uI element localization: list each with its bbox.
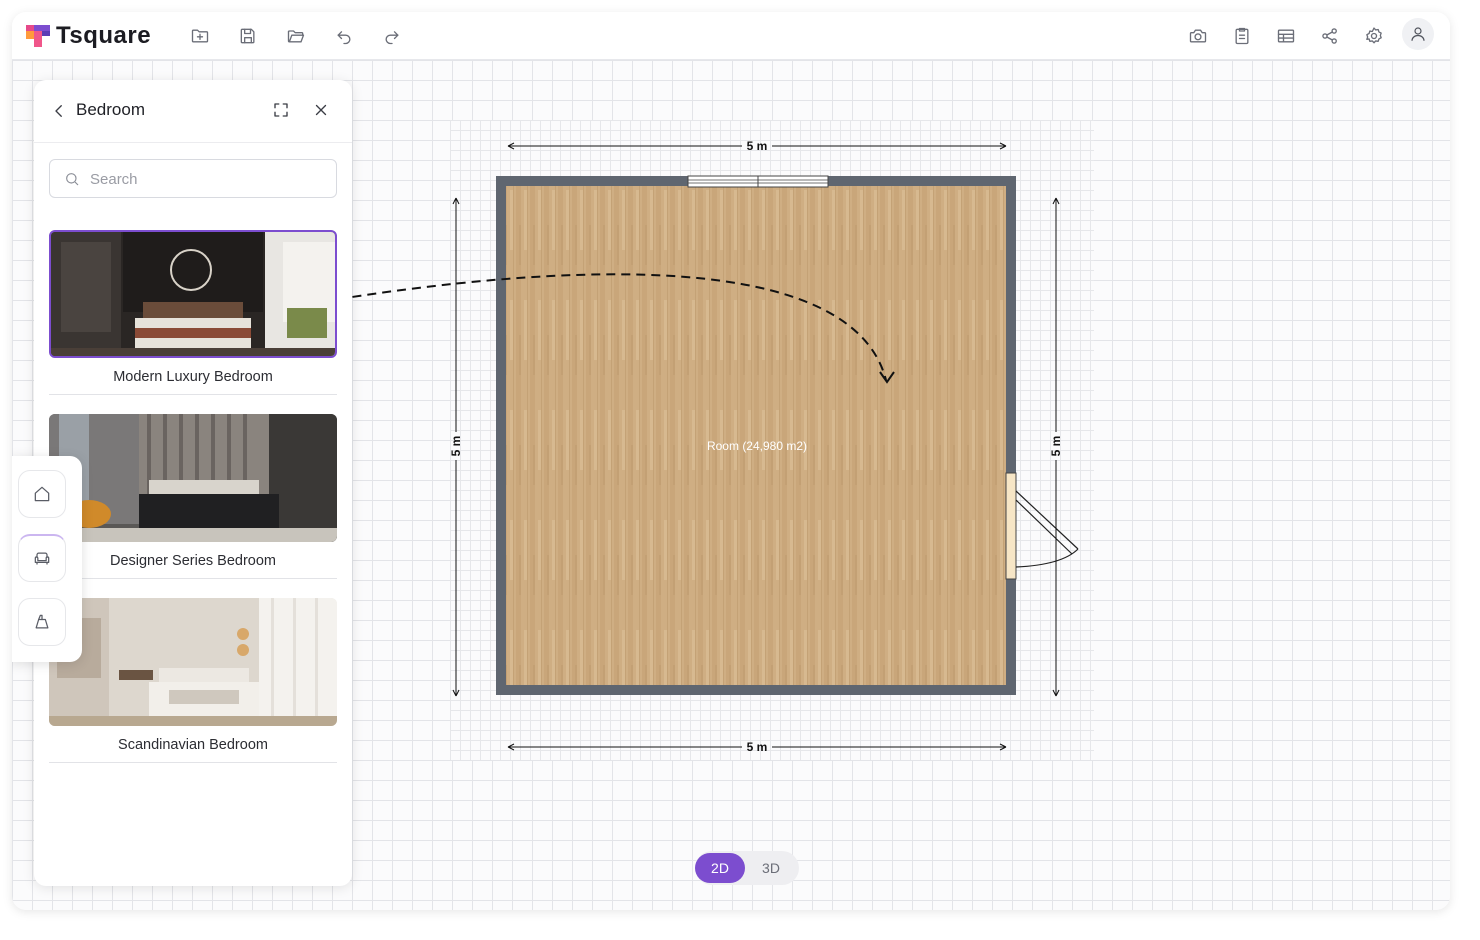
room-label: Room (24,980 m2) <box>707 439 807 453</box>
sofa-icon <box>34 552 50 565</box>
home-icon <box>34 486 50 502</box>
view-3d-button[interactable]: 3D <box>746 853 796 883</box>
user-account-button[interactable] <box>1402 18 1434 50</box>
search-icon <box>66 173 79 186</box>
new-file-icon <box>191 29 209 43</box>
template-label: Scandinavian Bedroom <box>49 737 337 763</box>
dimension-right: 5 m <box>1049 197 1063 697</box>
modern-luxury-thumbnail[interactable] <box>49 230 337 358</box>
wall-category-button[interactable] <box>18 598 66 646</box>
camera-icon <box>1189 29 1207 43</box>
top-toolbar: Tsquare <box>12 12 1450 60</box>
redo-icon <box>385 31 399 45</box>
save-icon <box>240 28 255 44</box>
app-window: 5 m 5 m 5 m 5 m Room (24,980 m2) 2D 3D T… <box>12 12 1450 910</box>
undo-icon <box>337 31 351 45</box>
screenshot-button[interactable] <box>1184 22 1212 50</box>
door[interactable] <box>1005 472 1079 580</box>
furniture-category-button[interactable] <box>18 534 66 582</box>
window[interactable] <box>687 175 829 188</box>
view-2d-button[interactable]: 2D <box>695 853 745 883</box>
template-label: Modern Luxury Bedroom <box>49 369 337 395</box>
designer-series-thumbnail[interactable] <box>49 414 337 542</box>
settings-button[interactable] <box>1360 22 1388 50</box>
user-icon <box>1411 27 1425 41</box>
chevron-left-icon <box>55 105 62 117</box>
bedroom-photo-grey-icon <box>49 414 337 542</box>
wall-icon <box>35 614 49 629</box>
close-panel-button[interactable] <box>310 99 332 121</box>
dimension-bottom: 5 m <box>507 740 1007 754</box>
panel-title: Bedroom <box>76 100 145 119</box>
template-card-designer-series[interactable]: Designer Series Bedroom <box>49 414 337 579</box>
settings-icon <box>1366 27 1382 44</box>
panel-header: Bedroom <box>34 80 352 143</box>
open-folder-button[interactable] <box>282 22 310 50</box>
room-floor[interactable] <box>506 186 1006 685</box>
dim-right-label: 5 m <box>1049 436 1063 457</box>
logo-icon <box>26 25 50 47</box>
bedroom-photo-light-icon <box>49 598 337 726</box>
dim-left-label: 5 m <box>449 436 463 457</box>
notes-button[interactable] <box>1228 22 1256 50</box>
app-name: Tsquare <box>56 22 152 49</box>
home-category-button[interactable] <box>18 470 66 518</box>
app-logo: Tsquare <box>26 22 151 50</box>
dimension-top: 5 m <box>507 139 1007 153</box>
back-button[interactable] <box>48 100 70 122</box>
search-field <box>49 159 337 198</box>
dim-bottom-label: 5 m <box>747 740 768 754</box>
search-input[interactable] <box>90 168 320 190</box>
scandinavian-thumbnail[interactable] <box>49 598 337 726</box>
open-folder-icon <box>287 30 305 43</box>
close-icon <box>315 104 327 116</box>
expand-button[interactable] <box>270 99 292 121</box>
save-button[interactable] <box>234 22 262 50</box>
undo-button[interactable] <box>330 22 358 50</box>
template-card-modern-luxury[interactable]: Modern Luxury Bedroom <box>49 230 337 395</box>
view-toggle: 2D 3D <box>695 851 799 885</box>
template-label: Designer Series Bedroom <box>49 553 337 579</box>
share-button[interactable] <box>1316 22 1344 50</box>
table-icon <box>1277 29 1295 43</box>
share-icon <box>1322 28 1337 44</box>
clipboard-icon <box>1235 27 1249 45</box>
redo-button[interactable] <box>378 22 406 50</box>
fullscreen-icon <box>274 103 288 117</box>
table-button[interactable] <box>1272 22 1300 50</box>
dim-top-label: 5 m <box>747 139 768 153</box>
bedroom-photo-dark-icon <box>51 232 335 356</box>
template-card-scandinavian[interactable]: Scandinavian Bedroom <box>49 598 337 763</box>
dimension-left: 5 m <box>449 197 463 697</box>
new-file-button[interactable] <box>186 22 214 50</box>
category-toolbar <box>12 456 82 662</box>
